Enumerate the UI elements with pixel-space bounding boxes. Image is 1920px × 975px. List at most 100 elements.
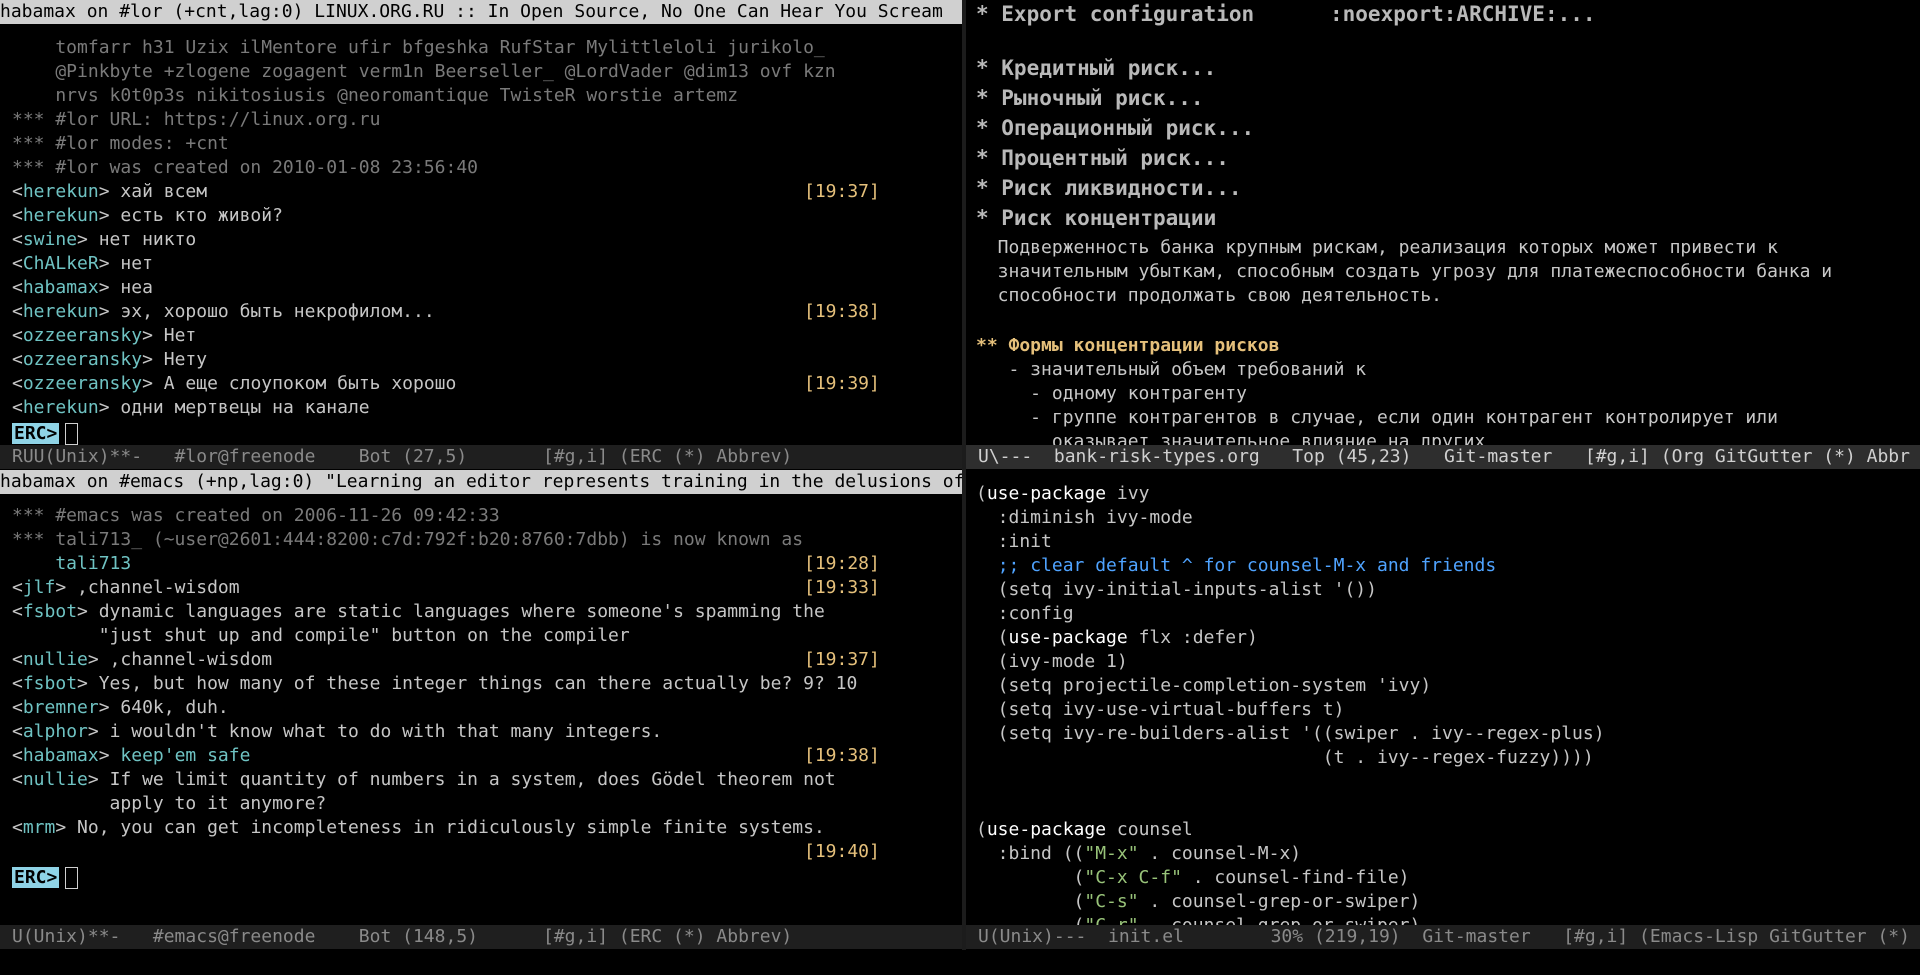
nick-ozzeeransky[interactable]: ozzeeransky [23, 349, 142, 370]
nick-habamax[interactable]: habamax [23, 277, 99, 298]
erc-info-line: tali713 [19:28] [0, 552, 962, 576]
org-heading[interactable]: * Процентный риск... [966, 146, 1920, 170]
erc-emacs-header: habamax on #emacs (+np,lag:0) "Learning … [0, 470, 962, 494]
erc-lor-pane[interactable]: habamax on #lor (+cnt,lag:0) LINUX.ORG.R… [0, 0, 962, 470]
org-heading[interactable]: * Риск концентрации [966, 206, 1920, 230]
nick-fsbot[interactable]: fsbot [23, 601, 77, 622]
code-line: :config [976, 603, 1074, 624]
org-heading[interactable]: * Риск ликвидности... [966, 176, 1920, 200]
erc-message: <ozzeeransky> А еще слоупоком быть хорош… [12, 373, 880, 394]
message-text: Нет [163, 325, 197, 346]
message-text: "just shut up and compile" button on the… [12, 625, 630, 646]
nick-fsbot[interactable]: fsbot [23, 673, 77, 694]
erc-emacs-pane[interactable]: habamax on #emacs (+np,lag:0) "Learning … [0, 470, 962, 950]
timestamp: [19:37] [804, 181, 880, 202]
message-text: 640k, duh. [120, 697, 229, 718]
nick-ozzeeransky[interactable]: ozzeeransky [23, 373, 142, 394]
nick-swine[interactable]: swine [23, 229, 77, 250]
message-text: No, you can get incompleteness in ridicu… [77, 817, 825, 838]
nick-continuation: tali713 [12, 553, 132, 574]
org-buffer-pane[interactable]: * Export configuration :noexport:ARCHIVE… [966, 0, 1920, 470]
erc-prompt-line[interactable]: ERC> [0, 866, 962, 890]
org-text [966, 310, 1920, 334]
org-text: Подверженность банка крупным рискам, реа… [976, 237, 1778, 258]
org-text: - группе контрагентов в случае, если оди… [976, 407, 1778, 428]
nick-bremner[interactable]: bremner [23, 697, 99, 718]
erc-message: <alphor> i wouldn't know what to do with… [12, 721, 663, 742]
text-cursor [65, 867, 79, 889]
message-text: dynamic languages are static languages w… [98, 601, 825, 622]
erc-info-line: *** #emacs was created on 2006-11-26 09:… [12, 505, 500, 526]
timestamp: [19:33] [804, 577, 880, 598]
code-line: :bind (("M-x" . counsel-M-x) [976, 843, 1302, 864]
org-text: способности продолжать свою деятельность… [976, 285, 1442, 306]
lisp-comment: ;; clear default ^ for counsel-M-x and f… [997, 555, 1497, 576]
message-text: keep'em safe [120, 745, 251, 766]
code-line: (ivy-mode 1) [976, 651, 1128, 672]
nick-herekun[interactable]: herekun [23, 397, 99, 418]
message-text: apply to it anymore? [12, 793, 327, 814]
code-line: ("C-x C-f" . counsel-find-file) [976, 867, 1410, 888]
erc-info-line: tomfarr h31 Uzix ilMentore ufir bfgeshka… [12, 37, 825, 58]
erc-prompt-line[interactable]: ERC> [0, 422, 962, 446]
nick-jlf[interactable]: jlf [23, 577, 56, 598]
erc-info-line: *** #lor URL: https://linux.org.ru [12, 109, 381, 130]
message-text: эх, хорошо быть некрофилом... [120, 301, 435, 322]
message-text: ,channel-wisdom [77, 577, 240, 598]
org-subheading[interactable]: ** Формы концентрации рисков [966, 334, 1920, 358]
nick-chalker[interactable]: ChALkeR [23, 253, 99, 274]
erc-info-line: @Pinkbyte +zlogene zogagent verm1n Beers… [12, 61, 836, 82]
erc-prompt: ERC> [12, 867, 60, 888]
org-heading[interactable]: * Кредитный риск... [966, 56, 1920, 80]
code-line: (setq ivy-use-virtual-buffers t) [976, 699, 1345, 720]
org-text: значительным убыткам, способным создать … [976, 261, 1833, 282]
org-text: - одному контрагенту [976, 383, 1247, 404]
message-text: If we limit quantity of numbers in a sys… [109, 769, 836, 790]
erc-message: <habamax> keep'em safe [19:38] [12, 745, 880, 766]
minibuffer[interactable] [0, 950, 1920, 975]
nick-alphor[interactable]: alphor [23, 721, 88, 742]
nick-nullie[interactable]: nullie [23, 649, 88, 670]
elisp-buffer-pane[interactable]: (use-package ivy :diminish ivy-mode :ini… [966, 470, 1920, 950]
org-heading[interactable]: * Операционный риск... [966, 116, 1920, 140]
erc-message: <jlf> ,channel-wisdom [19:33] [12, 577, 880, 598]
erc-message: <swine> нет никто [12, 229, 197, 250]
org-modeline: U\--- bank-risk-types.org Top (45,23) Gi… [966, 445, 1920, 469]
org-heading[interactable]: * Рыночный риск... [966, 86, 1920, 110]
message-text: нет никто [98, 229, 197, 250]
code-line: ("C-s" . counsel-grep-or-swiper) [976, 891, 1421, 912]
code-line: (setq ivy-initial-inputs-alist '()) [976, 579, 1377, 600]
nick-nullie[interactable]: nullie [23, 769, 88, 790]
nick-herekun[interactable]: herekun [23, 181, 99, 202]
erc-message: <ChALkeR> нет [12, 253, 153, 274]
code-line: (use-package counsel [976, 819, 1193, 840]
message-text: есть кто живой? [120, 205, 283, 226]
code-line: ;; clear default ^ for counsel-M-x and f… [966, 554, 1920, 578]
erc-message: <herekun> есть кто живой? [12, 205, 283, 226]
erc-message: <ozzeeransky> Нет [12, 325, 197, 346]
nick-habamax[interactable]: habamax [23, 745, 99, 766]
timestamp: [19:40] [804, 841, 880, 862]
erc-prompt: ERC> [12, 423, 60, 444]
code-line: :init [976, 531, 1052, 552]
message-text: хай всем [120, 181, 208, 202]
lisp-keyword: use-package [986, 483, 1107, 504]
erc-message: <habamax> неа [12, 277, 153, 298]
erc-message: <nullie> If we limit quantity of numbers… [12, 769, 836, 790]
nick-mrm[interactable]: mrm [23, 817, 56, 838]
elisp-modeline: U(Unix)--- init.el 30% (219,19) Git-mast… [966, 925, 1920, 949]
timestamp: [19:38] [804, 745, 880, 766]
erc-message: <nullie> ,channel-wisdom [19:37] [12, 649, 880, 670]
erc-message: <mrm> No, you can get incompleteness in … [12, 817, 825, 838]
org-heading[interactable]: * Export configuration :noexport:ARCHIVE… [966, 2, 1920, 26]
code-line: :diminish ivy-mode [976, 507, 1193, 528]
erc-message: <fsbot> Yes, but how many of these integ… [12, 673, 858, 694]
message-text: А еще слоупоком быть хорошо [163, 373, 457, 394]
erc-message: apply to it anymore? [0, 792, 962, 816]
code-line: (t . ivy--regex-fuzzy)))) [976, 747, 1594, 768]
nick-herekun[interactable]: herekun [23, 301, 99, 322]
nick-ozzeeransky[interactable]: ozzeeransky [23, 325, 142, 346]
nick-herekun[interactable]: herekun [23, 205, 99, 226]
